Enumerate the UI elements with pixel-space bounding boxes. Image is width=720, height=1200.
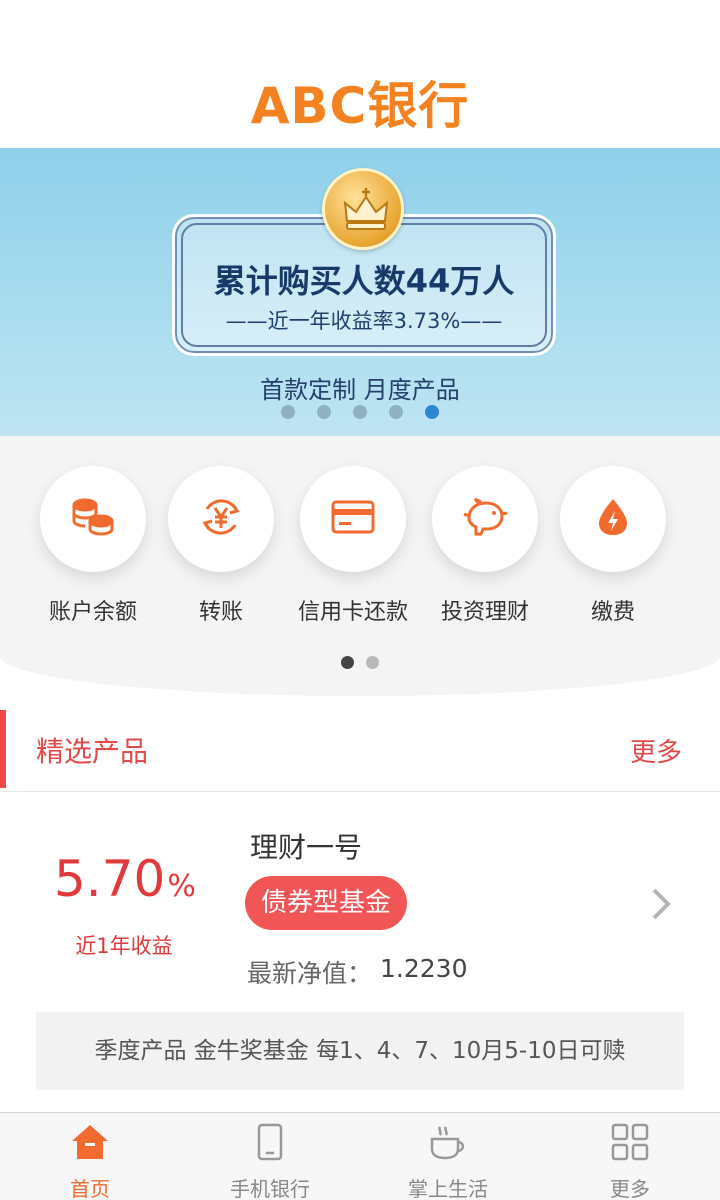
section-accent-bar	[0, 710, 6, 788]
coffee-cup-icon	[378, 1121, 518, 1163]
quick-action-label: 信用卡还款	[298, 600, 409, 625]
tab-more[interactable]: 更多	[560, 1121, 700, 1200]
phone-icon	[200, 1121, 340, 1163]
yield-rate-value: 5.70	[54, 850, 166, 908]
featured-section-header: 精选产品 更多	[0, 706, 720, 792]
chevron-right-icon[interactable]	[650, 886, 672, 926]
banner-dot[interactable]	[353, 405, 367, 419]
tab-home[interactable]: 首页	[20, 1121, 160, 1200]
banner-dot-active[interactable]	[425, 405, 439, 419]
product-note: 季度产品 金牛奖基金 每1、4、7、10月5-10日可赎	[36, 1012, 684, 1090]
quick-action-circle	[168, 466, 274, 572]
yield-rate-label: 近1年收益	[75, 934, 173, 958]
quick-action-label: 投资理财	[440, 600, 529, 625]
quick-action-investment[interactable]: 投资理财	[430, 466, 540, 626]
quick-actions-pagination	[0, 654, 720, 673]
quick-action-circle	[300, 466, 406, 572]
nav-value: 1.2230	[380, 954, 468, 983]
product-type-badge: 债券型基金	[245, 876, 408, 930]
bottom-tab-bar: 首页 手机银行 掌上生活 更多	[0, 1112, 720, 1200]
page-dot-active[interactable]	[341, 656, 354, 669]
banner-tagline: 首款定制 月度产品	[260, 376, 460, 404]
quick-action-credit-card-repay[interactable]: 信用卡还款	[298, 466, 408, 626]
bolt-drop-icon	[596, 497, 630, 541]
quick-action-circle	[560, 466, 666, 572]
yield-rate-unit: %	[167, 869, 196, 904]
more-link[interactable]: 更多	[630, 732, 682, 769]
banner-pagination	[0, 404, 720, 423]
tab-label: 掌上生活	[408, 1177, 488, 1200]
quick-action-circle	[432, 466, 538, 572]
quick-action-label: 账户余额	[48, 600, 137, 625]
banner-dot[interactable]	[389, 405, 403, 419]
piggy-bank-icon	[461, 497, 509, 540]
yield-rate: 5.70%	[54, 850, 196, 908]
quick-action-account-balance[interactable]: 账户余额	[38, 466, 148, 626]
banner-headline: 累计购买人数44万人	[213, 262, 515, 300]
nav-label: 最新净值：	[247, 959, 373, 988]
quick-action-label: 转账	[198, 600, 243, 625]
tab-label: 手机银行	[230, 1177, 310, 1200]
banner-subline: 近一年收益率3.73%	[172, 305, 556, 335]
product-card[interactable]: 5.70% 近1年收益 理财一号 债券型基金 最新净值： 1.2230 季度产品…	[0, 798, 720, 1108]
quick-actions: 账户余额 转账 信用卡还款 投资理财 缴费	[0, 436, 720, 696]
coins-icon	[71, 497, 115, 541]
credit-card-icon	[331, 500, 375, 538]
quick-action-transfer[interactable]: 转账	[166, 466, 276, 626]
quick-action-circle	[40, 466, 146, 572]
tab-mobile-banking[interactable]: 手机银行	[200, 1121, 340, 1200]
promo-banner[interactable]: 累计购买人数44万人 近一年收益率3.73% 首款定制 月度产品	[0, 148, 720, 436]
home-icon	[20, 1121, 160, 1163]
section-title: 精选产品	[36, 735, 149, 768]
crown-coin-icon	[322, 168, 404, 250]
quick-action-label: 缴费	[590, 600, 635, 625]
yen-transfer-icon	[199, 495, 243, 543]
app-header: ABC银行	[0, 0, 720, 148]
tab-label: 首页	[70, 1177, 110, 1200]
tab-life[interactable]: 掌上生活	[378, 1121, 518, 1200]
banner-subline-text: 近一年收益率3.73%	[267, 309, 461, 333]
product-name: 理财一号	[250, 831, 363, 864]
grid-icon	[560, 1121, 700, 1163]
quick-action-payment[interactable]: 缴费	[558, 466, 668, 626]
banner-dot[interactable]	[281, 405, 295, 419]
tab-label: 更多	[610, 1177, 650, 1200]
banner-dot[interactable]	[317, 405, 331, 419]
page-dot[interactable]	[366, 656, 379, 669]
bank-logo: ABC银行	[250, 77, 470, 135]
